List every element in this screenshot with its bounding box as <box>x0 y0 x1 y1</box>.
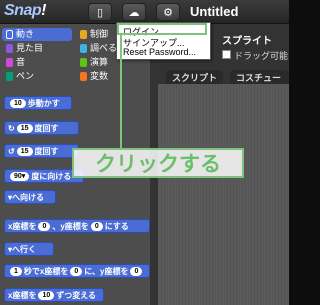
block-label: ずつ変える <box>56 290 97 300</box>
move-block[interactable]: 10 歩動かす <box>4 96 72 110</box>
cloud-icon: ☁ <box>128 6 140 19</box>
block-label: 、y座標を <box>52 221 89 231</box>
gear-icon: ⚙ <box>163 6 173 19</box>
degrees-input[interactable]: 15 <box>16 123 33 133</box>
category-color-icon <box>80 58 87 67</box>
sprite-name-label: スプライト <box>222 36 272 47</box>
click-callout: クリックする <box>72 148 244 178</box>
block-label: 度に向ける <box>31 171 72 181</box>
block-label: x座標を <box>8 290 37 300</box>
tab-scripts[interactable]: スクリプト <box>166 70 224 84</box>
delta-input[interactable]: 10 <box>38 290 55 300</box>
category-variables[interactable]: 変数 <box>76 70 146 83</box>
seconds-input[interactable]: 1 <box>10 266 22 276</box>
project-title: Untitled <box>190 4 239 19</box>
draggable-label: ドラッグ可能 <box>234 51 289 61</box>
glide-block[interactable]: 1 秒でx座標を 0 に、y座標を 0 <box>4 264 150 278</box>
category-color-icon <box>6 72 13 81</box>
block-label: へ行く <box>12 244 37 254</box>
block-label: に、y座標を <box>84 266 129 276</box>
category-color-icon <box>80 30 87 39</box>
block-label: x座標を <box>8 221 37 231</box>
category-sound[interactable]: 音 <box>2 56 72 69</box>
settings-button[interactable]: ⚙ <box>156 3 180 21</box>
category-label: 演算 <box>90 57 109 67</box>
category-label: 動き <box>16 29 35 39</box>
category-color-icon <box>80 72 87 81</box>
point-towards-block[interactable]: ▾ へ向ける <box>4 190 56 204</box>
y-input[interactable]: 0 <box>90 221 103 231</box>
top-bar: Snap! ▯ ☁ ⚙ Untitled <box>0 0 289 24</box>
steps-input[interactable]: 10 <box>10 98 26 108</box>
category-label: 変数 <box>90 71 109 81</box>
category-motion[interactable]: 動き <box>2 28 72 41</box>
goto-xy-block[interactable]: x座標を 0 、y座標を 0 にする <box>4 219 150 233</box>
block-palette: 10 歩動かす ↻ 15 度回す ↺ 15 度回す 90▾ 度に向ける ▾ へ向… <box>0 84 150 305</box>
category-label: 制御 <box>90 29 109 39</box>
block-label: 度回す <box>34 146 59 156</box>
menu-item-reset-password[interactable]: Reset Password... <box>123 47 196 57</box>
turn-left-block[interactable]: ↺ 15 度回す <box>4 144 79 158</box>
category-label: ペン <box>16 71 35 81</box>
category-color-icon <box>80 44 87 53</box>
direction-input[interactable]: 90▾ <box>10 171 30 181</box>
file-button[interactable]: ▯ <box>88 3 112 21</box>
tab-costumes[interactable]: コスチューム <box>230 70 289 96</box>
turn-right-block[interactable]: ↻ 15 度回す <box>4 121 79 135</box>
y-input[interactable]: 0 <box>130 266 143 276</box>
turn-left-icon: ↺ <box>8 146 15 156</box>
category-looks[interactable]: 見た目 <box>2 42 72 55</box>
category-label: 調べる <box>90 43 118 53</box>
category-label: 音 <box>16 57 26 67</box>
scripts-area[interactable] <box>158 84 289 305</box>
category-color-icon <box>6 58 13 67</box>
highlight-box <box>117 23 207 35</box>
change-x-block[interactable]: x座標を 10 ずつ変える <box>4 288 104 302</box>
callout-connector <box>120 34 122 149</box>
block-label: へ向ける <box>12 192 45 202</box>
category-color-icon <box>6 44 13 53</box>
goto-block[interactable]: ▾ へ行く <box>4 242 54 256</box>
snap-logo[interactable]: Snap! <box>4 2 46 20</box>
category-color-icon <box>6 30 13 39</box>
file-icon: ▯ <box>96 6 104 19</box>
block-label: 歩動かす <box>27 98 60 108</box>
block-label: 秒でx座標を <box>23 266 69 276</box>
draggable-checkbox[interactable] <box>222 50 231 59</box>
category-label: 見た目 <box>16 43 44 53</box>
degrees-input[interactable]: 15 <box>16 146 33 156</box>
cloud-button[interactable]: ☁ <box>122 3 146 21</box>
x-input[interactable]: 0 <box>70 266 83 276</box>
block-label: 度回す <box>34 123 59 133</box>
block-label: にする <box>104 221 129 231</box>
x-input[interactable]: 0 <box>38 221 51 231</box>
category-pen[interactable]: ペン <box>2 70 72 83</box>
turn-right-icon: ↻ <box>8 123 15 133</box>
